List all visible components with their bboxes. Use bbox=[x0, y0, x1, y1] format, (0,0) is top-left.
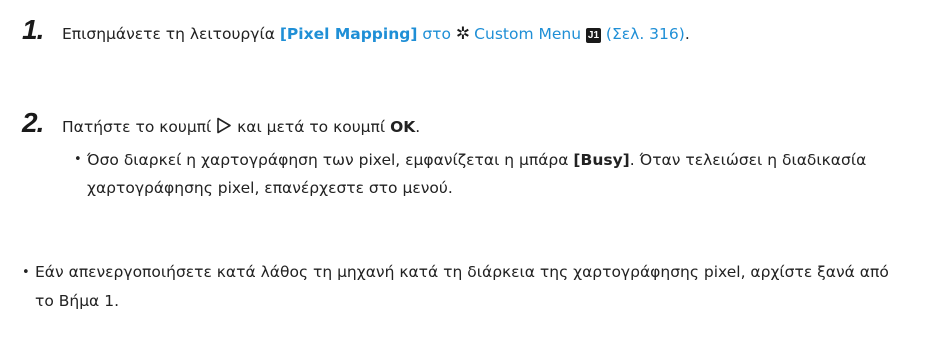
page-reference-link[interactable]: (Σελ. 316) bbox=[606, 25, 685, 43]
busy-bar-label: [Busy] bbox=[573, 151, 630, 169]
tab-j1-icon: J1 bbox=[585, 28, 601, 43]
step-2-text: Πατήστε το κουμπί και μετά το κουμπί OK. bbox=[62, 117, 421, 136]
step-2-note-text: Όσο διαρκεί η χαρτογράφηση των pixel, εμ… bbox=[87, 151, 867, 197]
ok-button-label: OK bbox=[390, 118, 416, 136]
bullet: • bbox=[22, 265, 30, 280]
right-triangle-icon bbox=[217, 117, 231, 134]
step-1: 1. Επισημάνετε τη λειτουργία [Pixel Mapp… bbox=[22, 14, 690, 46]
step-1-text: Επισημάνετε τη λειτουργία [Pixel Mapping… bbox=[62, 24, 690, 44]
general-note-text: Εάν απενεργοποιήσετε κατά λάθος τη μηχαν… bbox=[35, 263, 889, 310]
step-2: 2. Πατήστε το κουμπί και μετά το κουμπί … bbox=[22, 107, 420, 139]
bullet: • bbox=[74, 152, 82, 167]
step-2-note: • Όσο διαρκεί η χαρτογράφηση των pixel, … bbox=[74, 146, 914, 202]
manual-page: { "step1": { "number": "1.", "text_befor… bbox=[0, 0, 933, 340]
general-note: • Εάν απενεργοποιήσετε κατά λάθος τη μηχ… bbox=[22, 258, 912, 316]
step-number: 2. bbox=[22, 107, 44, 138]
pixel-mapping-link[interactable]: [Pixel Mapping] bbox=[280, 25, 418, 43]
step-number: 1. bbox=[22, 14, 44, 45]
custom-menu-link[interactable]: Custom Menu bbox=[474, 25, 581, 43]
gear-icon: ✲ bbox=[455, 24, 471, 44]
